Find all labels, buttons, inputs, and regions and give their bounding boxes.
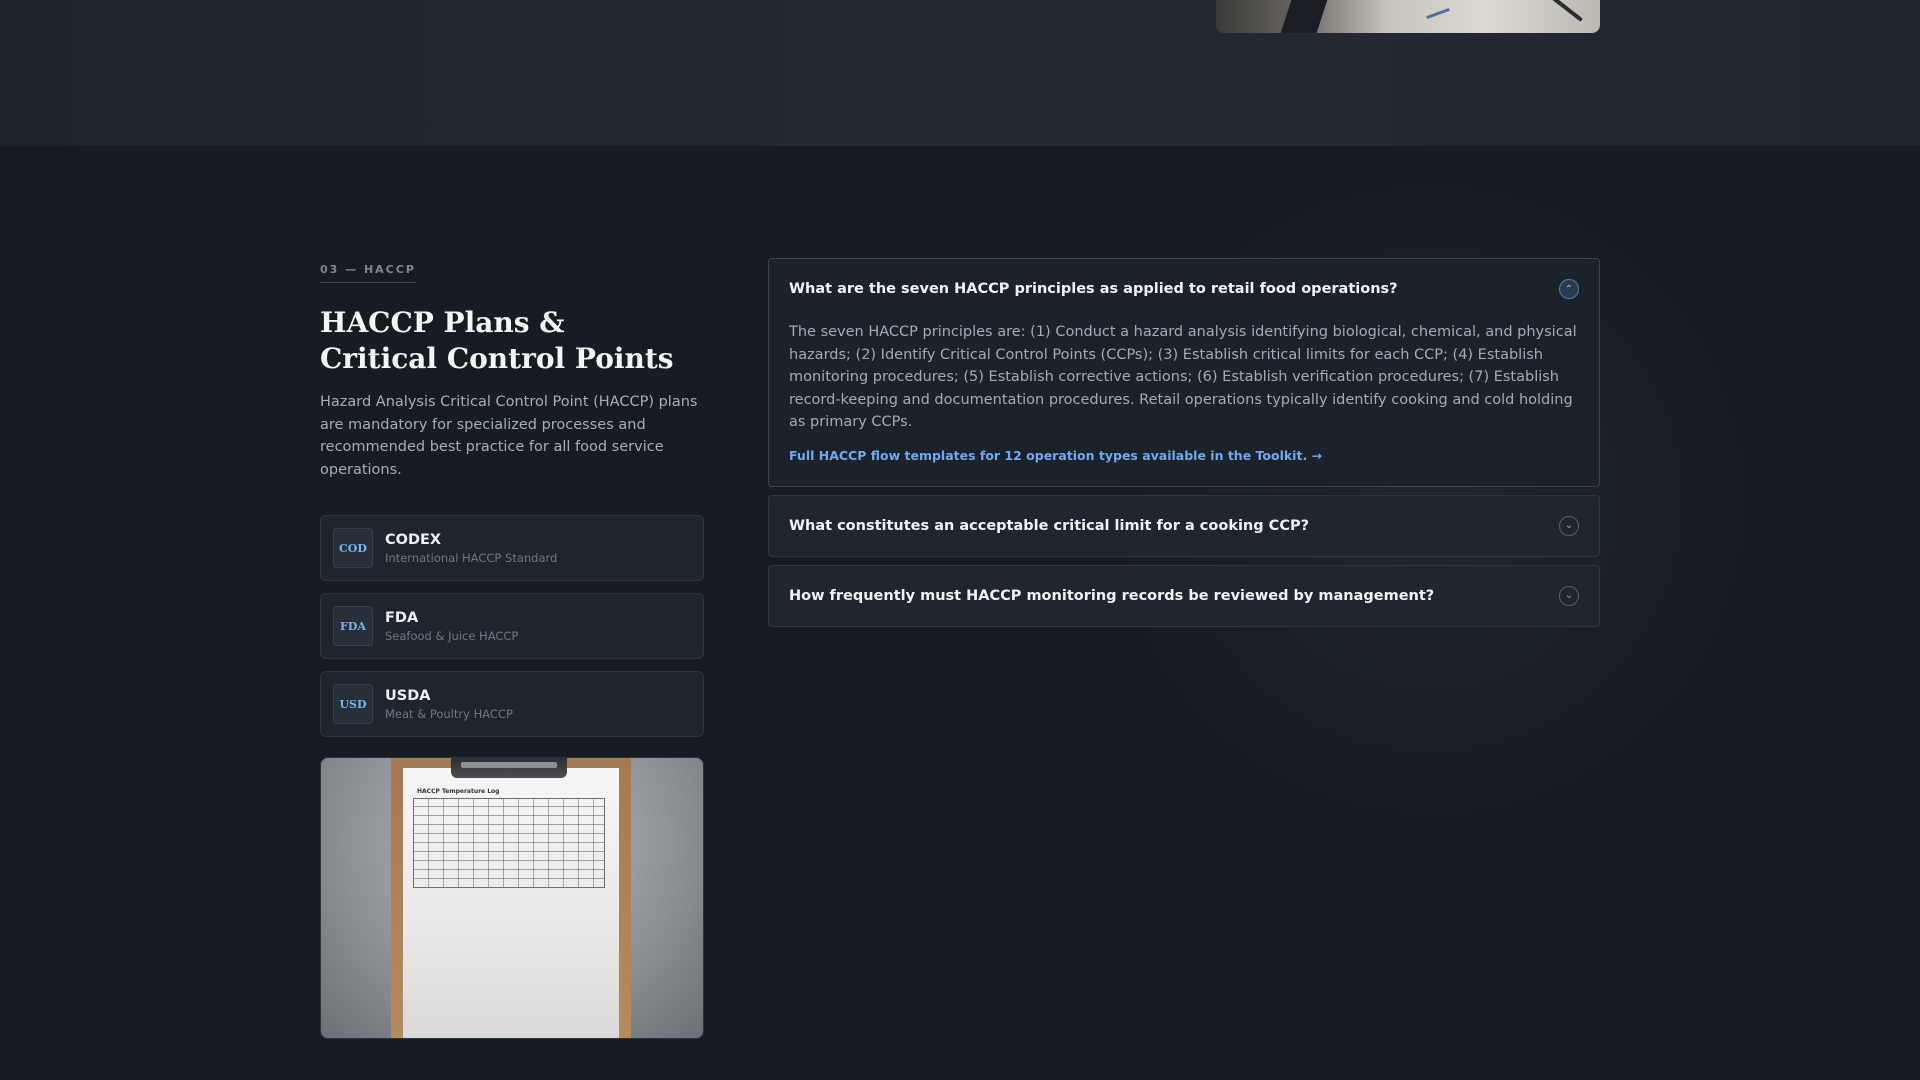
faq-answer-panel: The seven HACCP principles are: (1) Cond…: [769, 319, 1599, 486]
top-photo: [1216, 0, 1600, 33]
standard-card-usda: USD USDA Meat & Poultry HACCP: [320, 671, 704, 737]
faq-accordion: What are the seven HACCP principles as a…: [768, 258, 1600, 635]
log-sheet-grid: [413, 798, 605, 888]
section-eyebrow: 03 — HACCP: [320, 263, 416, 283]
faq-item-critical-limit: What constitutes an acceptable critical …: [768, 494, 1600, 557]
standard-badge: USD: [333, 684, 373, 724]
standards-list: COD CODEX International HACCP Standard F…: [320, 515, 704, 737]
section-title: HACCP Plans & Critical Control Points: [320, 306, 674, 375]
standard-subtitle: Meat & Poultry HACCP: [385, 706, 513, 721]
log-sheet-title: HACCP Temperature Log: [417, 788, 500, 795]
top-band: [0, 0, 1920, 146]
photo-sleeve: [1280, 0, 1328, 33]
faq-question-toggle[interactable]: What are the seven HACCP principles as a…: [769, 259, 1599, 319]
toolkit-link[interactable]: Full HACCP flow templates for 12 operati…: [789, 448, 1322, 463]
faq-question-toggle[interactable]: What constitutes an acceptable critical …: [769, 496, 1599, 556]
photo-pen: [1549, 0, 1583, 22]
standard-badge: COD: [333, 528, 373, 568]
standard-subtitle: International HACCP Standard: [385, 550, 558, 565]
standard-badge: FDA: [333, 606, 373, 646]
clipboard-clip: [451, 758, 567, 778]
standard-name: CODEX: [385, 531, 442, 548]
faq-item-record-review: How frequently must HACCP monitoring rec…: [768, 564, 1600, 627]
chevron-up-icon[interactable]: ⌃: [1559, 279, 1579, 299]
standard-text: FDA Seafood & Juice HACCP: [385, 610, 518, 643]
faq-question: What constitutes an acceptable critical …: [789, 517, 1310, 534]
faq-question: How frequently must HACCP monitoring rec…: [789, 587, 1435, 604]
section-intro: Hazard Analysis Critical Control Point (…: [320, 394, 698, 478]
standard-name: FDA: [385, 609, 419, 626]
chevron-down-icon[interactable]: ⌄: [1559, 515, 1579, 536]
standard-text: CODEX International HACCP Standard: [385, 532, 557, 565]
clipboard-photo: HACCP Temperature Log: [320, 757, 704, 1039]
standard-subtitle: Seafood & Juice HACCP: [385, 628, 519, 643]
chevron-down-icon[interactable]: ⌄: [1559, 585, 1579, 606]
standard-name: USDA: [385, 687, 431, 704]
faq-question-toggle[interactable]: How frequently must HACCP monitoring rec…: [769, 566, 1599, 626]
photo-pen-mark: [1426, 7, 1450, 20]
haccp-intro-column: 03 — HACCP HACCP Plans & Critical Contro…: [320, 258, 704, 1039]
standard-text: USDA Meat & Poultry HACCP: [385, 688, 513, 721]
faq-answer: The seven HACCP principles are: (1) Cond…: [789, 324, 1577, 430]
faq-question: What are the seven HACCP principles as a…: [789, 281, 1398, 297]
faq-item-seven-principles: What are the seven HACCP principles as a…: [768, 258, 1600, 487]
standard-card-fda: FDA FDA Seafood & Juice HACCP: [320, 593, 704, 659]
standard-card-codex: COD CODEX International HACCP Standard: [320, 515, 704, 581]
